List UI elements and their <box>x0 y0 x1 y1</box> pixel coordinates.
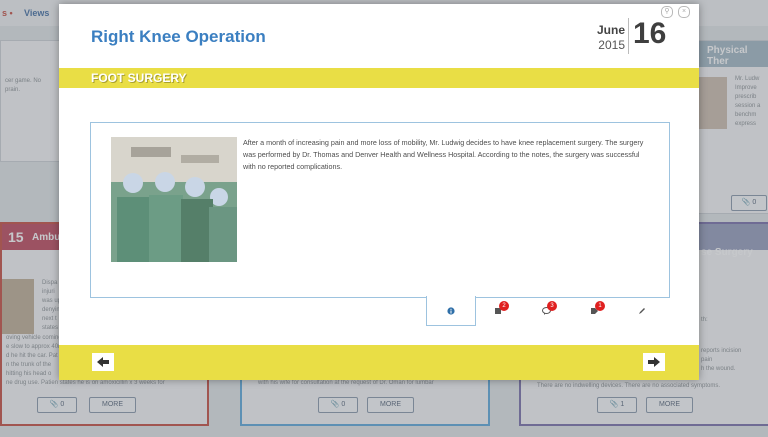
documents-badge: 2 <box>499 301 509 311</box>
tab-documents[interactable]: 2 <box>474 296 522 325</box>
tags-badge: 1 <box>595 301 605 311</box>
info-icon <box>447 306 455 315</box>
category-label: FOOT SURGERY <box>91 71 187 85</box>
date-divider <box>628 18 629 54</box>
tab-tags[interactable]: 1 <box>570 296 618 325</box>
tab-info[interactable] <box>426 296 476 326</box>
date-month: June <box>596 23 625 37</box>
surgery-photo-illustration <box>111 137 237 262</box>
detail-tabs: 2 3 1 <box>426 296 666 326</box>
next-button[interactable] <box>643 353 665 371</box>
comments-badge: 3 <box>547 301 557 311</box>
previous-button[interactable] <box>92 353 114 371</box>
event-description: After a month of increasing pain and mor… <box>243 138 644 171</box>
close-icon[interactable]: × <box>678 6 690 18</box>
date-day: 16 <box>633 17 667 50</box>
event-content-panel: After a month of increasing pain and mor… <box>90 122 670 298</box>
category-band: FOOT SURGERY <box>59 68 699 88</box>
modal-title: Right Knee Operation <box>91 27 266 46</box>
surgery-photo <box>111 137 237 262</box>
tab-comments[interactable]: 3 <box>522 296 570 325</box>
event-detail-modal: ⚲ × Right Knee Operation June 2015 16 FO… <box>59 4 699 380</box>
tab-edit[interactable] <box>618 296 666 325</box>
pencil-icon <box>639 307 645 314</box>
arrow-right-icon <box>648 357 660 367</box>
date-year: 2015 <box>598 38 625 52</box>
modal-footer <box>59 345 699 380</box>
arrow-left-icon <box>97 357 109 367</box>
